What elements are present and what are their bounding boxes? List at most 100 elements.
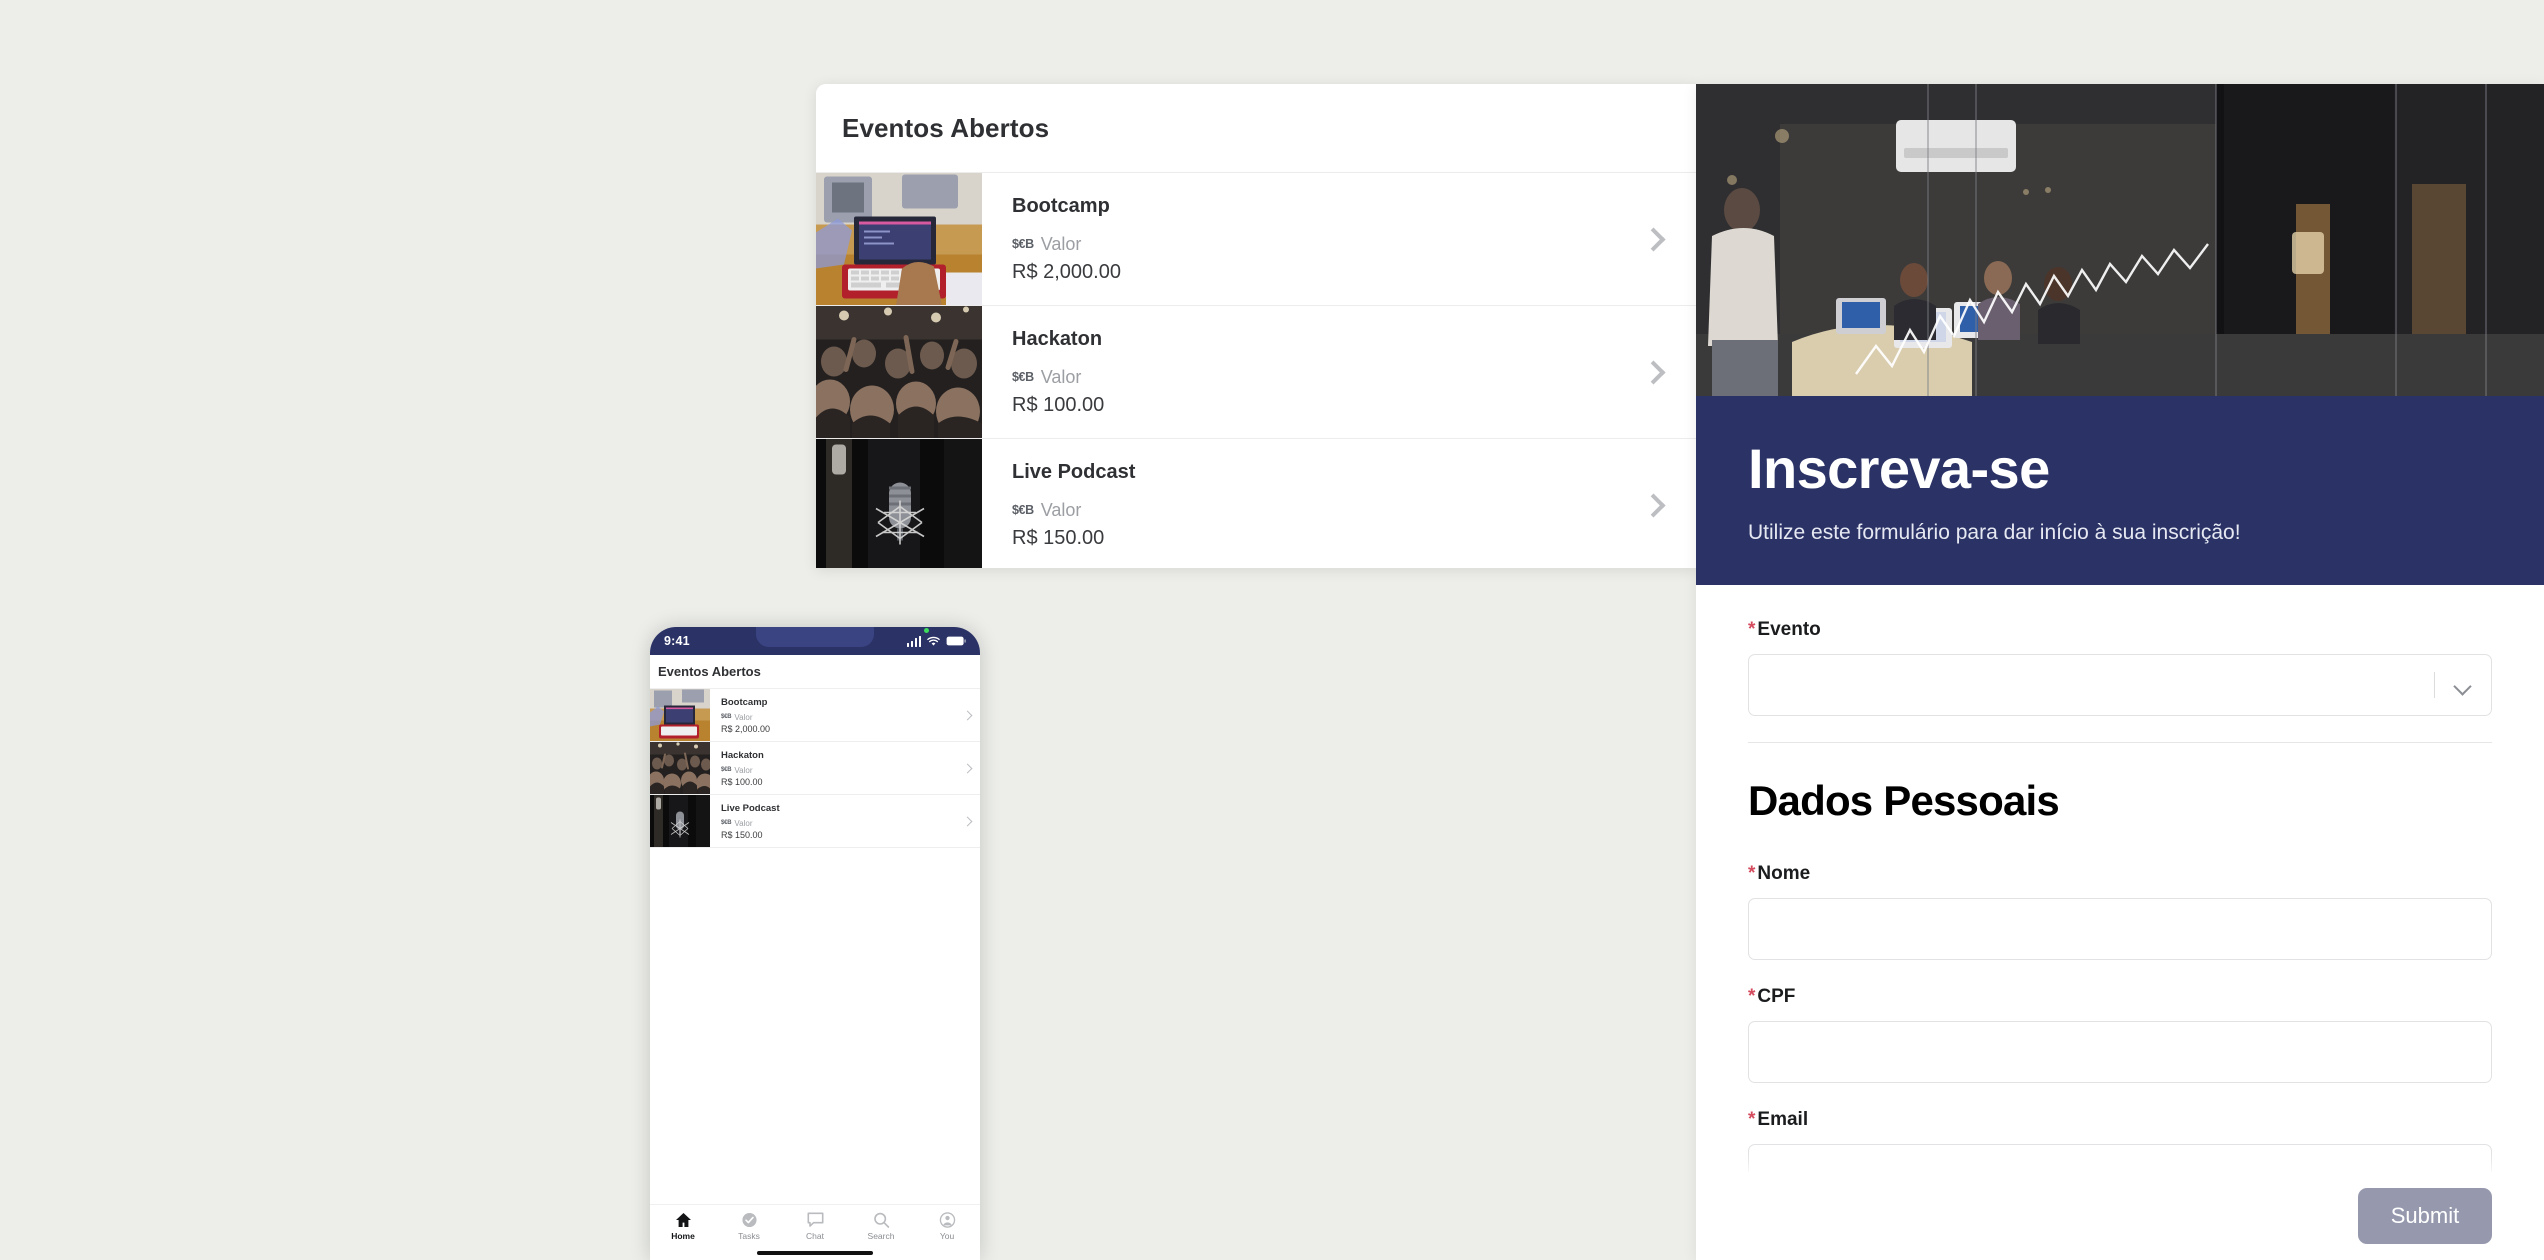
list-item-info: Hackaton $€B Valor R$ 100.00 (710, 742, 954, 794)
event-valor-label: Valor (1040, 366, 1082, 387)
event-valor-label: Valor (1040, 499, 1082, 520)
event-row[interactable]: Bootcamp $€B Valor R$ 2,000.00 (816, 173, 1696, 306)
search-icon (873, 1212, 889, 1228)
field-cpf: * CPF (1748, 986, 2492, 1083)
field-nome: * Nome (1748, 863, 2492, 960)
event-name: Live Podcast (721, 802, 780, 814)
phone-notch (756, 627, 874, 647)
event-thumbnail-hackaton (650, 742, 710, 794)
event-thumbnail-bootcamp (650, 689, 710, 741)
field-label-evento: * Evento (1748, 619, 2492, 641)
chevron-right-icon[interactable] (1610, 173, 1696, 305)
phone-page-title: Eventos Abertos (658, 664, 761, 679)
event-valor-row: $€B Valor (721, 713, 954, 722)
events-card: Eventos Abertos Bootcamp $€B Valor R$ 2,… (816, 84, 1696, 568)
form-footer: Submit (1696, 1172, 2544, 1260)
label-text: CPF (1757, 985, 1796, 1007)
tab-label: Search (867, 1231, 895, 1241)
events-card-header: Eventos Abertos (816, 84, 1696, 172)
field-evento: * Evento (1748, 619, 2492, 716)
cpf-input[interactable] (1748, 1020, 2492, 1083)
event-valor-row: $€B Valor (721, 766, 954, 775)
select-separator (2434, 671, 2435, 698)
phone-status-bar: 9:41 (650, 627, 980, 655)
chevron-right-icon[interactable] (954, 689, 980, 741)
tab-label: Home (671, 1231, 695, 1241)
home-icon (675, 1213, 691, 1227)
event-valor-row: $€B Valor (1012, 234, 1610, 255)
hero-band: Inscreva-se Utilize este formulário para… (1696, 396, 2544, 585)
event-valor-label: Valor (1040, 233, 1082, 254)
signal-bars-icon (906, 635, 921, 647)
tab-search[interactable]: Search (848, 1212, 914, 1241)
event-thumbnail-live-podcast (650, 795, 710, 847)
event-row[interactable]: Live Podcast $€B Valor R$ 150.00 (816, 439, 1696, 568)
status-time: 9:41 (664, 634, 690, 648)
label-text: Email (1757, 1108, 1809, 1130)
event-valor-label: Valor (734, 765, 753, 775)
chevron-down-icon[interactable] (2453, 677, 2472, 696)
event-info: Live Podcast $€B Valor R$ 150.00 (982, 439, 1610, 568)
tab-chat[interactable]: Chat (782, 1212, 848, 1241)
chevron-right-icon[interactable] (954, 795, 980, 847)
currency-icon: $€B (721, 767, 732, 773)
event-valor-label: Valor (734, 712, 753, 722)
chevron-right-icon[interactable] (954, 742, 980, 794)
event-thumbnail-bootcamp (816, 173, 982, 305)
event-thumbnail-hackaton (816, 306, 982, 438)
phone-mockup: 9:41 Eventos Abertos Bootcamp $€B Valor … (650, 627, 980, 1260)
nome-input[interactable] (1748, 897, 2492, 960)
event-valor-row: $€B Valor (1012, 367, 1610, 388)
section-title-dados-pessoais: Dados Pessoais (1748, 776, 2060, 824)
tab-label: Tasks (738, 1231, 760, 1241)
event-name: Hackaton (721, 749, 764, 761)
list-item[interactable]: Hackaton $€B Valor R$ 100.00 (650, 742, 980, 795)
chevron-right-icon[interactable] (1610, 306, 1696, 438)
section-divider (1748, 741, 2492, 743)
tab-you[interactable]: You (914, 1212, 980, 1241)
required-asterisk: * (1748, 618, 1756, 640)
screen-root: Eventos Abertos Bootcamp $€B Valor R$ 2,… (0, 0, 2544, 1260)
list-item[interactable]: Live Podcast $€B Valor R$ 150.00 (650, 795, 980, 848)
tab-home[interactable]: Home (650, 1212, 716, 1241)
green-dot-icon (923, 627, 929, 633)
list-item[interactable]: Bootcamp $€B Valor R$ 2,000.00 (650, 689, 980, 742)
event-price: R$ 2,000.00 (1012, 260, 1121, 283)
list-item-info: Live Podcast $€B Valor R$ 150.00 (710, 795, 954, 847)
currency-icon: $€B (1012, 369, 1034, 384)
hero-image (1696, 84, 2544, 396)
tab-tasks[interactable]: Tasks (716, 1212, 782, 1241)
required-asterisk: * (1748, 985, 1756, 1007)
chat-bubble-icon (807, 1212, 823, 1227)
chevron-right-icon[interactable] (1610, 439, 1696, 568)
registration-form-panel: Inscreva-se Utilize este formulário para… (1696, 84, 2544, 1260)
event-info: Hackaton $€B Valor R$ 100.00 (982, 306, 1610, 438)
status-icons (906, 627, 967, 647)
required-asterisk: * (1748, 862, 1756, 884)
event-valor-row: $€B Valor (1012, 500, 1610, 521)
form-body: * Evento Dados Pessoais * Nome * CPF * E… (1696, 585, 2544, 1206)
field-label-cpf: * CPF (1748, 986, 2492, 1008)
home-indicator (757, 1251, 873, 1255)
event-row[interactable]: Hackaton $€B Valor R$ 100.00 (816, 306, 1696, 439)
required-asterisk: * (1748, 1108, 1756, 1130)
event-price: R$ 100.00 (721, 776, 763, 787)
person-circle-icon (939, 1212, 955, 1228)
event-info: Bootcamp $€B Valor R$ 2,000.00 (982, 173, 1610, 305)
tab-label: You (939, 1231, 955, 1241)
events-list: Bootcamp $€B Valor R$ 2,000.00 Hackaton … (816, 172, 1696, 568)
event-thumbnail-live-podcast (816, 439, 982, 568)
page-title: Eventos Abertos (842, 112, 1050, 143)
event-price: R$ 150.00 (1012, 526, 1105, 549)
evento-select[interactable] (1748, 653, 2492, 716)
list-item-info: Bootcamp $€B Valor R$ 2,000.00 (710, 689, 954, 741)
currency-icon: $€B (721, 820, 732, 826)
submit-button[interactable]: Submit (2358, 1188, 2492, 1244)
phone-header: Eventos Abertos (650, 655, 980, 689)
event-valor-label: Valor (734, 818, 753, 828)
label-text: Nome (1757, 862, 1811, 884)
tab-label: Chat (806, 1231, 824, 1241)
hero-subtitle: Utilize este formulário para dar início … (1748, 520, 2241, 544)
field-label-nome: * Nome (1748, 863, 2492, 885)
event-name: Hackaton (1012, 327, 1103, 350)
